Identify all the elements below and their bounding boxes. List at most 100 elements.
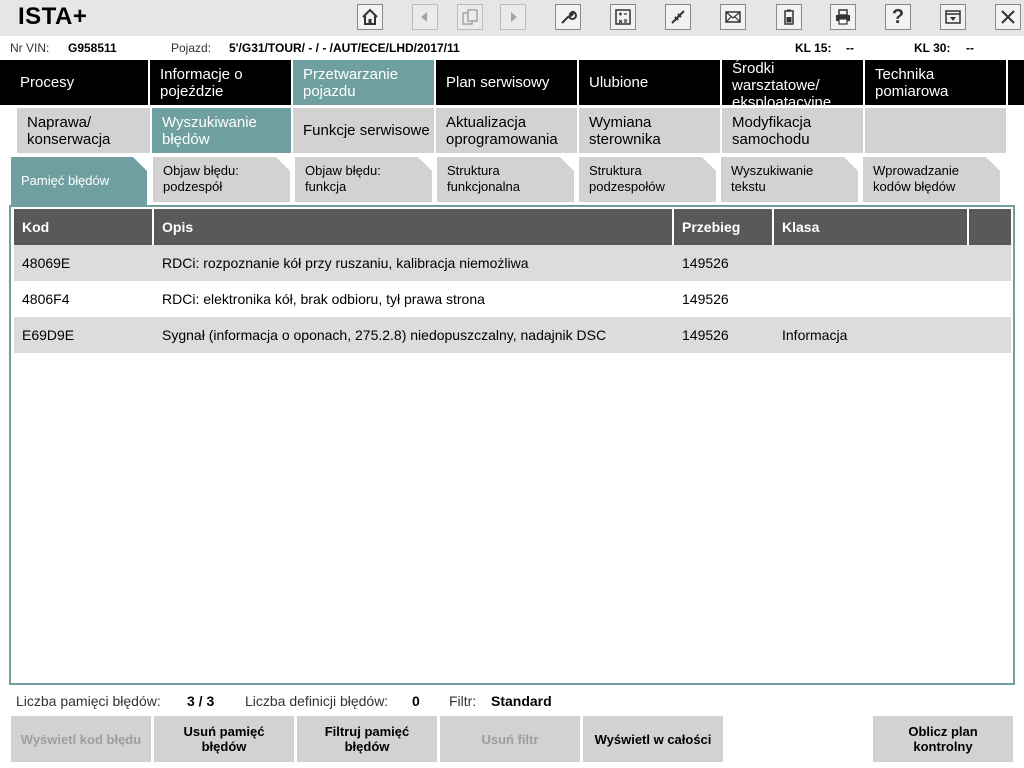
button-label: Usuń filtr [481,731,539,747]
main-nav-srodki[interactable]: Środki warsztatowe/ eksploatacyjne [722,60,865,105]
sub-nav-label: Wyszukiwanie błędów [162,113,257,148]
main-nav-przetwarzanie[interactable]: Przetwarzanie pojazdu [293,60,436,105]
sub-nav-aktualizacja[interactable]: Aktualizacja oprogramowania [436,108,577,153]
button-label: Wyświetl kod błędu [20,731,142,747]
cell-przebieg: 149526 [682,291,729,307]
cell-opis: Sygnał (informacja o oponach, 275.2.8) n… [162,327,607,343]
app-title: ISTA+ [18,3,88,30]
mail-icon [725,11,741,23]
sub-nav-funkcje[interactable]: Funkcje serwisowe [293,108,434,153]
cell-opis: RDCi: elektronika kół, brak odbioru, tył… [162,291,485,307]
definition-count-value: 0 [412,693,420,709]
vin-label: Nr VIN: [10,41,50,55]
cell-kod: E69D9E [22,327,75,343]
sub-nav-label: Modyfikacja samochodu [732,113,812,148]
back-icon [421,12,427,22]
tab-objaw-funkcja[interactable]: Objaw błędu: funkcja [295,157,432,202]
battery-icon [784,9,794,25]
sub-nav-modyfikacja[interactable]: Modyfikacja samochodu [722,108,863,153]
show-fault-code-button[interactable]: Wyświetl kod błędu [11,716,151,762]
back-button[interactable] [412,4,438,30]
vehicle-info-bar: Nr VIN: G958511 Pojazd: 5'/G31/TOUR/ - /… [0,36,1024,60]
remove-filter-button[interactable]: Usuń filtr [440,716,580,762]
connection-button[interactable] [665,4,691,30]
kl15-value: -- [846,41,854,55]
main-nav-technika[interactable]: Technika pomiarowa [865,60,1008,105]
column-header-przebieg[interactable]: Przebieg [674,209,774,245]
sub-nav: Naprawa/ konserwacja Wyszukiwanie błędów… [0,105,1024,153]
main-nav: Procesy Informacje o pojeździe Przetwarz… [0,60,1024,105]
sub-nav-wymiana[interactable]: Wymiana sterownika [579,108,720,153]
column-header-kod[interactable]: Kod [14,209,154,245]
main-nav-plan-serwisowy[interactable]: Plan serwisowy [436,60,579,105]
main-nav-procesy[interactable]: Procesy [0,60,150,105]
connection-icon [671,10,685,24]
tab-label: Pamięć błędów [21,173,110,188]
home-button[interactable] [357,4,383,30]
kl30-label: KL 30: [914,41,951,55]
filter-fault-memory-button[interactable]: Filtruj pamięć błędów [297,716,437,762]
filter-label: Filtr: [449,693,477,709]
wrench-button[interactable] [555,4,581,30]
tab-pamiec-bledow[interactable]: Pamięć błędów [11,157,147,205]
cell-kod: 4806F4 [22,291,70,307]
forward-icon [511,12,517,22]
sub-nav-naprawa[interactable]: Naprawa/ konserwacja [17,108,150,153]
print-button[interactable] [830,4,856,30]
wrench-icon [561,10,577,24]
table-row[interactable]: E69D9E Sygnał (informacja o oponach, 275… [14,317,1011,353]
minimize-button[interactable] [940,4,966,30]
minimize-icon [945,10,961,24]
calculate-test-plan-button[interactable]: Oblicz plan kontrolny [873,716,1013,762]
main-nav-informacje[interactable]: Informacje o pojeździe [150,60,293,105]
column-header-opis[interactable]: Opis [154,209,674,245]
column-header-klasa[interactable]: Klasa [774,209,969,245]
kl30-value: -- [966,41,974,55]
tab-struktura-funkcjonalna[interactable]: Struktura funkcjonalna [437,157,574,202]
show-all-button[interactable]: Wyświetl w całości [583,716,723,762]
main-nav-label: Środki warsztatowe/ eksploatacyjne [732,60,832,105]
calculator-button[interactable] [610,4,636,30]
tab-label: Wyszukiwanie tekstu [731,163,814,194]
forward-button[interactable] [500,4,526,30]
tab-label: Objaw błędu: funkcja [305,163,381,194]
copy-button[interactable] [457,4,483,30]
title-bar: ISTA+ ? [0,0,1024,36]
status-line: Liczba pamięci błędów: 3 / 3 Liczba defi… [0,690,1024,712]
column-header-extra [969,209,1011,245]
filter-value: Standard [491,693,552,709]
battery-button[interactable] [776,4,802,30]
cell-kod: 48069E [22,255,71,271]
tab-label: Struktura podzespołów [589,163,665,194]
calculator-icon [615,9,631,25]
sub-nav-label: Naprawa/ konserwacja [27,113,111,148]
button-label: Wyświetl w całości [594,731,712,747]
fault-count-value: 3 / 3 [187,693,215,709]
main-nav-ulubione[interactable]: Ulubione [579,60,722,105]
help-icon: ? [891,5,905,28]
vehicle-value: 5'/G31/TOUR/ - / - /AUT/ECE/LHD/2017/11 [229,41,460,55]
sub-nav-label: Funkcje serwisowe [303,122,430,139]
help-button[interactable]: ? [885,4,911,30]
main-nav-label: Informacje o pojeździe [160,65,243,100]
table-row[interactable]: 4806F4 RDCi: elektronika kół, brak odbio… [14,281,1011,317]
tab-label: Objaw błędu: podzespół [163,163,239,194]
tab-bar: Pamięć błędów Objaw błędu: podzespół Obj… [0,155,1024,205]
tab-label: Wprowadzanie kodów błędów [873,163,959,194]
vin-value: G958511 [68,41,117,55]
sub-nav-label: Aktualizacja oprogramowania [446,113,558,148]
print-icon [836,9,850,25]
delete-fault-memory-button[interactable]: Usuń pamięć błędów [154,716,294,762]
tab-wprowadzanie-kodow[interactable]: Wprowadzanie kodów błędów [863,157,1000,202]
mail-button[interactable] [720,4,746,30]
cell-przebieg: 149526 [682,327,729,343]
tab-wyszukiwanie-tekstu[interactable]: Wyszukiwanie tekstu [721,157,858,202]
tab-objaw-podzespol[interactable]: Objaw błędu: podzespół [153,157,290,202]
copy-icon [462,9,478,25]
close-button[interactable] [995,4,1021,30]
cell-opis: RDCi: rozpoznanie kół przy ruszaniu, kal… [162,255,529,271]
table-row[interactable]: 48069E RDCi: rozpoznanie kół przy ruszan… [14,245,1011,281]
close-icon [1001,10,1015,24]
tab-struktura-podzespolow[interactable]: Struktura podzespołów [579,157,716,202]
sub-nav-wyszukiwanie[interactable]: Wyszukiwanie błędów [152,108,291,153]
